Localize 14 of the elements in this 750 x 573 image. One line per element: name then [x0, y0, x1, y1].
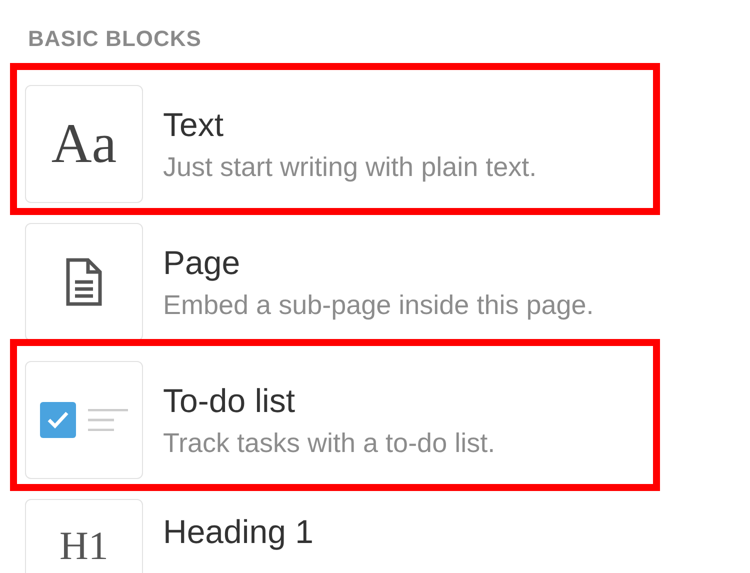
document-icon — [66, 258, 102, 306]
block-description: Just start writing with plain text. — [163, 152, 537, 182]
section-title: BASIC BLOCKS — [28, 25, 202, 53]
block-title: To-do list — [163, 382, 296, 420]
block-title: Text — [163, 106, 225, 144]
block-description: Track tasks with a to-do list. — [163, 428, 496, 458]
block-item[interactable]: Aa Text Just start writing with plain text. — [10, 63, 660, 215]
block-title: Page — [163, 244, 242, 282]
heading-icon: H1 — [48, 522, 120, 573]
lines-icon — [88, 409, 128, 431]
block-description: Embed a sub-page inside this page. — [163, 290, 594, 320]
text-icon: Aa — [51, 112, 117, 176]
block-item[interactable]: To-do list Track tasks with a to-do list. — [10, 339, 660, 491]
block-title: Heading 1 — [163, 513, 314, 551]
